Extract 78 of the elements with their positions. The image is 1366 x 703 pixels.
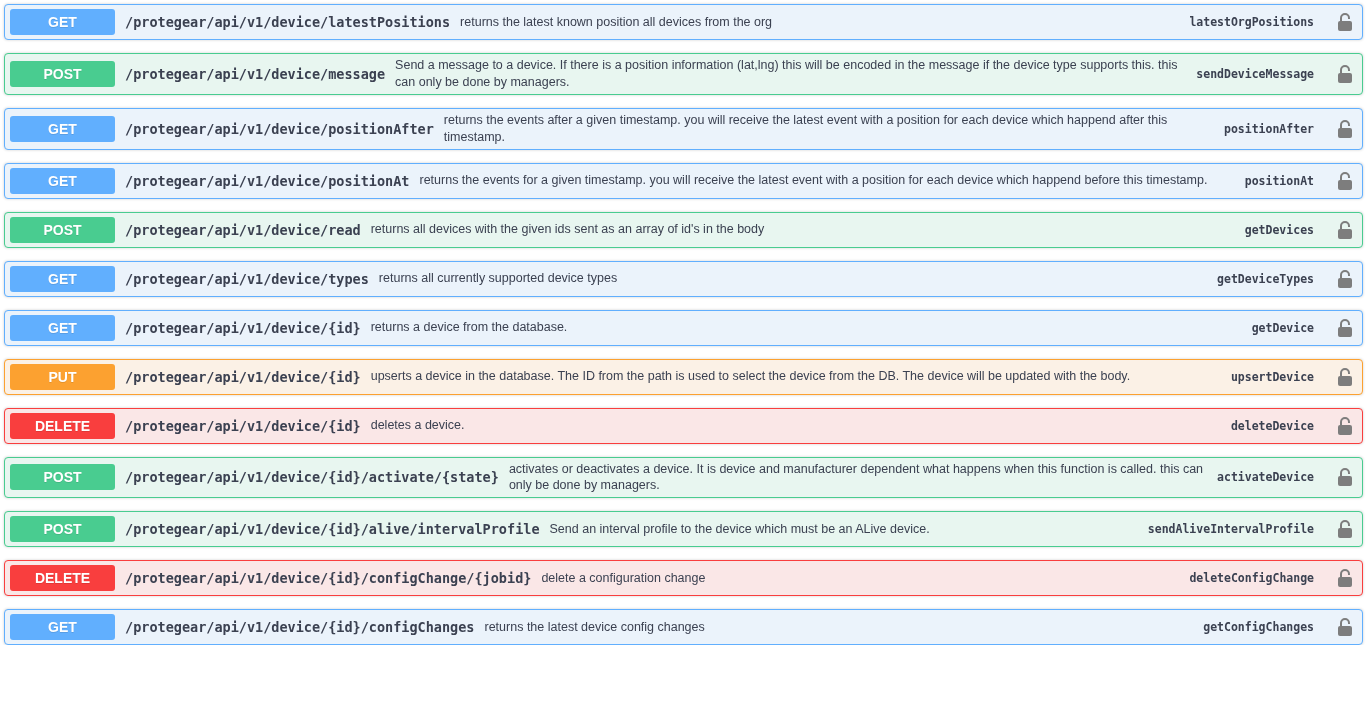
endpoint-path: /protegear/api/v1/device/message xyxy=(125,65,386,82)
operation-id: sendDeviceMessage xyxy=(1196,66,1314,81)
operation-description: activates or deactivates a device. It is device and manufacturer dependent what happens when this function is called. this can only be done by managers. xyxy=(508,460,1205,495)
operation-summary[interactable]: GET /protegear/api/v1/device/positionAt returns the events for a given timestamp. you will receive the latest event with a position for each device which happend before this timestamp. positionAt xyxy=(4,162,1363,199)
operation-description: returns the latest known position all devices from the org xyxy=(460,13,774,31)
operation-summary[interactable]: DELETE /protegear/api/v1/device/{id} deletes a device. deleteDevice xyxy=(4,407,1363,444)
operation-summary[interactable]: GET /protegear/api/v1/device/types returns all currently supported device types getDeviceTypes xyxy=(4,260,1363,297)
operation-description: delete a configuration change xyxy=(541,569,707,587)
lock-icon[interactable] xyxy=(1338,13,1352,31)
operation-id: getDevice xyxy=(1251,320,1314,335)
operation-summary[interactable]: POST /protegear/api/v1/device/read returns all devices with the given ids sent as an array of id's in the body getDevices xyxy=(4,211,1363,248)
endpoint-path: /protegear/api/v1/device/{id}/alive/intervalProfile xyxy=(125,521,540,538)
operation-summary[interactable]: PUT /protegear/api/v1/device/{id} upserts a device in the database. The ID from the path is used to select the device from the DB. The device will be updated with the body. upsertDevice xyxy=(4,358,1363,395)
method-badge: DELETE xyxy=(10,565,115,592)
method-badge: POST xyxy=(10,464,115,491)
method-badge: DELETE xyxy=(10,412,115,439)
lock-icon[interactable] xyxy=(1338,520,1352,539)
endpoint-path: /protegear/api/v1/device/read xyxy=(125,221,361,238)
endpoint-path: /protegear/api/v1/device/{id}/configChange/{jobid} xyxy=(125,570,532,587)
operation-id: deleteDevice xyxy=(1230,418,1314,433)
operation-id: positionAt xyxy=(1244,173,1314,188)
method-badge: GET xyxy=(10,265,115,292)
operation-id: sendAliveIntervalProfile xyxy=(1147,522,1314,537)
operation-description: Send an interval profile to the device which must be an ALive device. xyxy=(549,520,931,538)
lock-icon[interactable] xyxy=(1338,569,1352,588)
method-badge: POST xyxy=(10,216,115,243)
method-badge: POST xyxy=(10,60,115,87)
method-badge: GET xyxy=(10,167,115,194)
operation-summary[interactable]: GET /protegear/api/v1/device/{id} returns a device from the database. getDevice xyxy=(4,309,1363,346)
operation-id: deleteConfigChange xyxy=(1189,571,1314,586)
operation-summary[interactable] xyxy=(4,53,1363,95)
method-badge: GET xyxy=(10,314,115,341)
endpoint-path: /protegear/api/v1/device/{id} xyxy=(125,319,361,336)
method-badge: PUT xyxy=(10,363,115,390)
endpoint-path: /protegear/api/v1/device/positionAfter xyxy=(125,120,434,137)
endpoint-path: /protegear/api/v1/device/{id} xyxy=(125,417,361,434)
method-badge: GET xyxy=(10,9,115,35)
endpoint-path: /protegear/api/v1/device/positionAt xyxy=(125,172,410,189)
operation-id: getDevices xyxy=(1244,222,1314,237)
lock-icon[interactable] xyxy=(1338,618,1352,637)
lock-icon[interactable] xyxy=(1338,468,1352,487)
method-badge: GET xyxy=(10,115,115,142)
endpoint-path: /protegear/api/v1/device/{id}/activate/{state} xyxy=(125,469,499,486)
endpoint-path: /protegear/api/v1/device/types xyxy=(125,270,369,287)
operation-description: Send a message to a device. If there is a position information (lat,lng) this will be encoded in the message if the device type supports this. this can only be done by managers. xyxy=(395,57,1179,91)
lock-icon[interactable] xyxy=(1338,119,1352,138)
lock-icon[interactable] xyxy=(1338,171,1352,190)
operation-id: getDeviceTypes xyxy=(1217,271,1314,286)
operation-description: returns all currently supported device types xyxy=(378,270,619,287)
lock-icon[interactable] xyxy=(1338,416,1352,435)
endpoint-path: /protegear/api/v1/device/latestPositions xyxy=(125,14,451,30)
operation-summary[interactable]: GET /protegear/api/v1/device/latestPositions returns the latest known position all devices from the org latestOrgPositions xyxy=(4,4,1363,40)
operation-description: returns a device from the database. xyxy=(370,319,569,336)
operation-description: returns all devices with the given ids sent as an array of id's in the body xyxy=(370,221,766,238)
endpoint-path: /protegear/api/v1/device/{id} xyxy=(125,368,361,385)
method-badge: GET xyxy=(10,614,115,641)
operation-summary[interactable]: GET /protegear/api/v1/device/{id}/configChanges returns the latest device config changes getConfigChanges xyxy=(4,609,1363,646)
operation-id: positionAfter xyxy=(1224,121,1314,136)
operation-id: latestOrgPositions xyxy=(1189,15,1314,29)
method-badge: POST xyxy=(10,516,115,543)
lock-icon[interactable] xyxy=(1338,64,1352,83)
operation-summary[interactable]: DELETE /protegear/api/v1/device/{id}/configChange/{jobid} delete a configuration change deleteConfigChange xyxy=(4,560,1363,597)
operation-description: deletes a device. xyxy=(370,417,466,434)
lock-icon[interactable] xyxy=(1338,367,1352,386)
lock-icon[interactable] xyxy=(1338,318,1352,337)
endpoint-path: /protegear/api/v1/device/{id}/configChanges xyxy=(125,619,475,636)
operation-description: returns the events after a given timestamp. you will receive the latest event with a position for each device which happend after this timestamp. xyxy=(443,111,1169,146)
operation-id: getConfigChanges xyxy=(1203,620,1314,635)
operation-summary[interactable] xyxy=(4,107,1363,150)
operation-summary[interactable]: POST /protegear/api/v1/device/{id}/alive/intervalProfile Send an interval profile to the device which must be an ALive device. sendAliveIntervalProfile xyxy=(4,511,1363,548)
operation-description: returns the events for a given timestamp. you will receive the latest event with a position for each device which happend before this timestamp. xyxy=(419,172,1209,189)
operation-description: returns the latest device config changes xyxy=(484,618,706,636)
lock-icon[interactable] xyxy=(1338,269,1352,288)
operation-description: upserts a device in the database. The ID from the path is used to select the device from the DB. The device will be updated with the body. xyxy=(370,368,1132,385)
operation-id: upsertDevice xyxy=(1230,369,1314,384)
lock-icon[interactable] xyxy=(1338,220,1352,239)
operation-summary[interactable] xyxy=(4,456,1363,499)
operation-id: activateDevice xyxy=(1217,470,1314,485)
